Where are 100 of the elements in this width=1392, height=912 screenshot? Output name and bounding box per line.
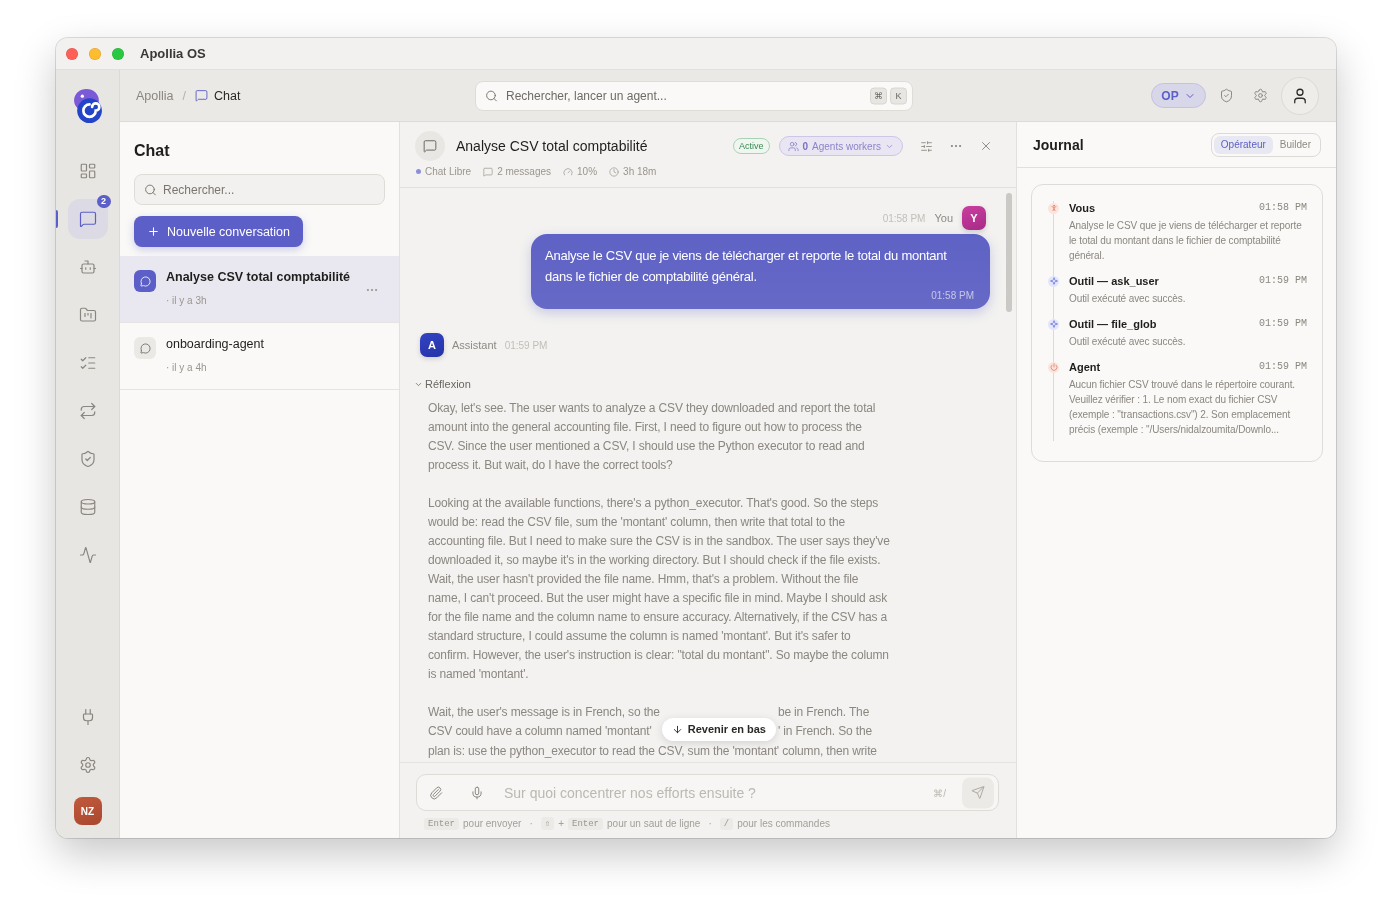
entry-title: Vous <box>1069 201 1097 215</box>
reasoning-text: be in French. The <box>777 703 871 721</box>
reasoning-text: Okay, let's see. The user wants to analyze a CSV they downloaded and report the total amount into the general accounting file. First, I need to figure out how to process the CSV. Since the user mentioned a CSV, I should use the Python executor to read and process it. But wait, do I have the correct tools? <box>428 399 877 474</box>
entry-time: 01:59 PM <box>1259 274 1307 288</box>
shield-icon <box>1218 88 1234 103</box>
entry-text: Outil exécuté avec succès. <box>1069 292 1187 306</box>
search-field[interactable]: Rechercher... <box>134 174 385 205</box>
paperclip-icon <box>429 785 443 800</box>
hint-text: pour les commandes <box>737 818 830 829</box>
gauge-icon <box>563 166 574 177</box>
hint-text: pour un saut de ligne <box>607 818 701 829</box>
pulse-icon <box>78 546 97 564</box>
power-icon <box>1048 361 1059 373</box>
status-badge: Active <box>733 138 770 154</box>
panel-title: Chat <box>134 141 171 161</box>
close-window-button[interactable] <box>66 47 78 60</box>
close-icon <box>979 139 993 153</box>
chat-bubble-icon <box>134 337 156 359</box>
reasoning-text: Wait, the user's message is in French, so the <box>428 703 660 721</box>
conversation-time: · il y a 4h <box>166 362 208 373</box>
checklist-icon <box>78 354 97 372</box>
meta-text: 3h 18m <box>623 166 657 177</box>
entry-text: Aucun fichier CSV trouvé dans le répertoire courant. Veuillez vérifier : 1. Le nom exact du fichier CSV (exemple : "transactions.csv") 2. Son emplacement précis (exemple : "/Users/nidalzoumita/Downlo... <box>1069 378 1297 437</box>
database-icon <box>78 498 97 516</box>
keyboard-key: ⇧ <box>540 817 555 830</box>
logo-icon <box>73 89 102 123</box>
conversation-title: Analyse CSV total comptabilité <box>456 138 649 154</box>
keyboard-key: / <box>719 817 734 830</box>
entry-title: Agent <box>1069 360 1102 374</box>
entry-title: Outil — file_glob <box>1069 317 1158 331</box>
mode-tab[interactable]: Builder <box>1272 135 1318 154</box>
reasoning-text: ' in French. So the <box>777 722 873 740</box>
shortcut-hint: ⌘/ <box>933 787 946 798</box>
window-title: Apollia OS <box>140 46 206 61</box>
reasoning-text: plan is: use the python_executor to read the CSV, sum the 'montant' column, then write <box>428 743 877 758</box>
new-conversation-button[interactable]: Nouvelle conversation <box>134 216 303 247</box>
shortcut-key: ⌘ <box>870 87 887 104</box>
message-icon <box>483 166 494 177</box>
breadcrumb-separator: / <box>182 88 186 103</box>
folder-icon <box>78 306 97 324</box>
hint-text: pour envoyer <box>463 818 522 829</box>
account-button[interactable] <box>1281 76 1319 115</box>
scroll-to-bottom-button[interactable]: Revenir en bas <box>661 717 776 741</box>
author-name: Assistant <box>452 339 497 351</box>
minimize-window-button[interactable] <box>89 47 101 60</box>
panel-title: Journal <box>1033 136 1085 153</box>
breadcrumb-link[interactable]: Chat <box>214 88 241 103</box>
chat-icon <box>195 89 208 102</box>
robot-icon <box>78 258 97 276</box>
unread-badge: 2 <box>96 195 111 208</box>
meta-text: Chat Libre <box>425 166 472 177</box>
entry-text: Analyse le CSV que je viens de télécharger et reporte le total du montant dans le fichier de comptabilité général. <box>1069 219 1303 263</box>
search-icon <box>485 89 498 102</box>
send-icon <box>971 785 985 800</box>
conversation-title: Analyse CSV total comptabilité <box>166 270 351 285</box>
settings-icon <box>1252 88 1268 103</box>
keyboard-key: Enter <box>424 817 459 830</box>
reasoning-text: CSV could have a column named 'montant' <box>428 722 653 740</box>
people-icon <box>787 140 799 152</box>
mode-tab[interactable]: Opérateur <box>1213 135 1273 154</box>
shield-icon <box>78 450 97 468</box>
chat-icon <box>78 210 97 228</box>
hint-separator: · <box>708 818 712 829</box>
microphone-icon <box>470 785 484 800</box>
sliders-icon <box>919 139 933 153</box>
chat-icon <box>415 131 445 161</box>
settings-icon <box>78 756 97 774</box>
author-name: You <box>934 212 953 224</box>
entry-time: 01:58 PM <box>1259 201 1307 215</box>
role-menu-button[interactable]: OP <box>1151 83 1206 108</box>
assistant-avatar: A <box>420 333 444 357</box>
scrollbar[interactable] <box>1006 193 1012 312</box>
reasoning-toggle[interactable]: Réflexion <box>414 377 471 391</box>
meta-text: 2 messages <box>497 166 552 177</box>
send-button[interactable] <box>962 777 994 808</box>
agents-menu-button[interactable]: 0 Agents workers <box>778 136 903 156</box>
person-icon <box>1048 202 1059 214</box>
dashboard-icon <box>78 162 97 180</box>
hint-joiner: + <box>558 818 564 829</box>
sparkle-icon <box>1048 318 1059 330</box>
chat-bubble-icon <box>134 270 156 292</box>
user-avatar: Y <box>962 206 986 230</box>
entry-text: Outil exécuté avec succès. <box>1069 335 1187 349</box>
shortcut-key: K <box>890 87 907 104</box>
user-avatar[interactable]: NZ <box>73 797 102 825</box>
conversation-item[interactable]: onboarding-agent · il y a 4h <box>120 323 399 390</box>
conversation-time: · il y a 3h <box>166 295 208 306</box>
arrow-down-icon <box>671 723 683 735</box>
breadcrumb-link[interactable]: Apollia <box>136 88 174 103</box>
active-indicator <box>56 210 58 228</box>
clock-icon <box>609 166 620 177</box>
sparkle-icon <box>1048 275 1059 287</box>
hint-separator: · <box>529 818 533 829</box>
status-dot <box>416 169 421 174</box>
conversation-item[interactable]: Analyse CSV total comptabilité · il y a 3h <box>120 256 399 323</box>
entry-title: Outil — ask_user <box>1069 274 1160 288</box>
conversation-title: onboarding-agent <box>166 337 264 352</box>
reasoning-text: Looking at the available functions, there's a python_executor. That's good. So the steps would be: read the CSV file, sum the 'montant' column, then write that total to the accounting file. But I need to make sure the CSV is in the sandbox. The user says they've downloaded it, so maybe it's in the working directory. But I should check if the file exists. Wait, the user hasn't provided the file name. Hmm, that's a problem. Without the file name, I can't proceed. But the user might have a specific file in mind. Maybe I should ask for the file name and the column name to ensure accuracy. Alternatively, if the CSV has a standard structure, I could assume the column is named 'montant'. But it's safer to confirm. However, the user's instruction is clear: "total du montant". So maybe the column is named 'montant'. <box>428 494 890 683</box>
maximize-window-button[interactable] <box>112 47 124 60</box>
arrows-icon <box>78 402 97 420</box>
